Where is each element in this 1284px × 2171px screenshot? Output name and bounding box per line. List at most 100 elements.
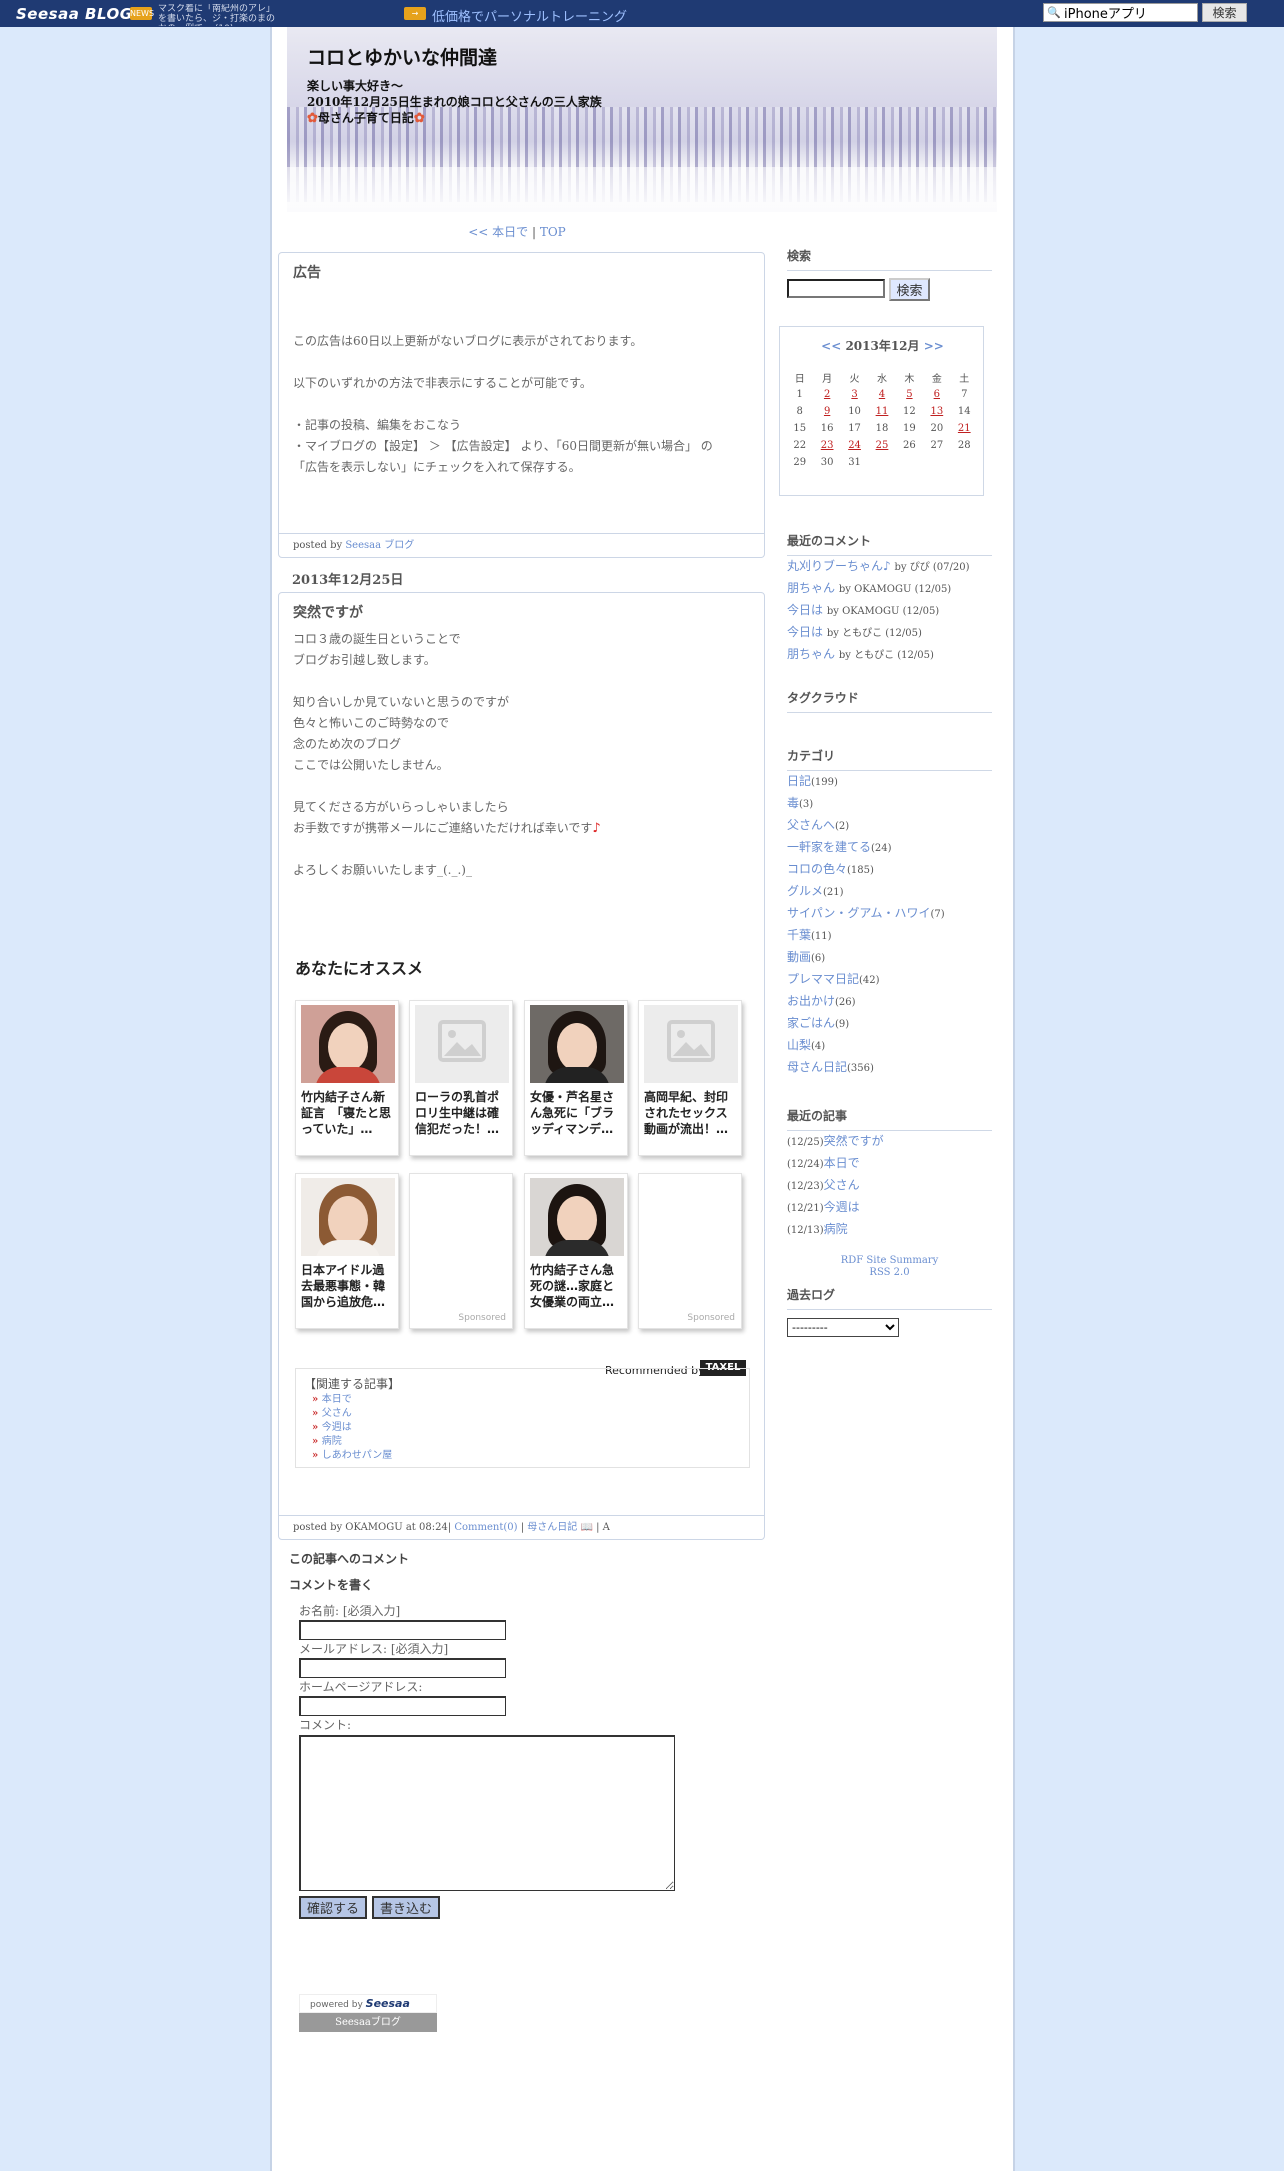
recent-comment-post-link[interactable]: 今日は — [787, 625, 823, 639]
recommend-card[interactable]: 高岡早紀、封印されたセックス動画が流出！… — [638, 1000, 742, 1156]
category-link[interactable]: 父さんへ — [787, 818, 835, 832]
post-title[interactable]: 突然ですが — [293, 602, 363, 622]
category-link[interactable]: コロの色々 — [787, 862, 847, 876]
recommend-card-title: 高岡早紀、封印されたセックス動画が流出！… — [644, 1090, 729, 1136]
rss-link[interactable]: RSS 2.0 — [869, 1267, 909, 1278]
related-item[interactable]: 父さん — [312, 1407, 392, 1421]
comment-textarea[interactable] — [299, 1735, 675, 1891]
category-link[interactable]: 山梨 — [787, 1038, 811, 1052]
write-comment-heading: コメントを書く — [289, 1578, 374, 1592]
post-category-link[interactable]: 母さん日記 — [527, 1522, 577, 1533]
related-link[interactable]: 父さん — [322, 1408, 352, 1419]
recommend-card[interactable]: 日本アイドル過去最悪事態・韓国から追放危… — [295, 1173, 399, 1329]
recent-comment-post-link[interactable]: 今日は — [787, 603, 823, 617]
related-link[interactable]: しあわせパン屋 — [322, 1450, 393, 1461]
recommend-card[interactable]: Sponsored — [638, 1173, 742, 1329]
recent-post-link[interactable]: 突然ですが — [824, 1134, 884, 1148]
calendar-day[interactable]: 2 — [813, 386, 840, 403]
calendar-day[interactable]: 4 — [868, 386, 895, 403]
powered-by-seesaa[interactable]: powered by Seesaa Seesaaブログ — [299, 1994, 437, 2032]
post-date: 2013年12月25日 — [292, 573, 404, 588]
calendar-day[interactable]: 9 — [813, 403, 840, 420]
related-item[interactable]: 本日で — [312, 1393, 392, 1407]
recent-comment-post-link[interactable]: 朋ちゃん — [787, 581, 835, 595]
calendar-day[interactable]: 11 — [868, 403, 895, 420]
calendar-day[interactable]: 23 — [813, 437, 840, 454]
homepage-field[interactable] — [299, 1696, 506, 1716]
category-link[interactable]: サイパン・グアム・ハワイ — [787, 906, 931, 920]
recommend-card[interactable]: 竹内結子さん急死の謎…家庭と女優業の両立… — [524, 1173, 628, 1329]
recent-post-link[interactable]: 病院 — [824, 1222, 848, 1236]
bookmark-icon[interactable]: 📖 | A — [580, 1522, 609, 1533]
recent-post-link[interactable]: 今週は — [824, 1200, 860, 1214]
seesaa-blog-link[interactable]: Seesaa ブログ — [345, 540, 414, 551]
calendar-day[interactable]: 6 — [923, 386, 950, 403]
submit-button[interactable]: 書き込む — [372, 1896, 441, 1919]
seesaa-blog-logo[interactable]: Seesaa BLOG — [16, 5, 133, 23]
ad-link[interactable]: 低価格でパーソナルトレーニング — [432, 6, 627, 25]
category-link[interactable]: 一軒家を建てる — [787, 840, 871, 854]
search-icon: 🔍 — [1047, 6, 1061, 19]
blog-title[interactable]: コロとゆかいな仲間達 — [307, 43, 497, 70]
related-item[interactable]: 病院 — [312, 1435, 392, 1449]
sidebar-search-input[interactable] — [787, 279, 885, 298]
recent-post-link[interactable]: 本日で — [824, 1156, 860, 1170]
calendar-day[interactable]: 21 — [951, 420, 978, 437]
post-line: お手数ですが携帯メールにご連絡いただければ幸いです♪ — [293, 818, 601, 839]
calendar-day[interactable]: 5 — [896, 386, 923, 403]
email-field[interactable] — [299, 1658, 506, 1678]
category-link[interactable]: 日記 — [787, 774, 811, 788]
name-field[interactable] — [299, 1620, 506, 1640]
calendar-prev-link[interactable]: << — [821, 339, 841, 353]
category-item: 父さんへ(2) — [787, 815, 945, 837]
related-item[interactable]: しあわせパン屋 — [312, 1449, 393, 1463]
category-link[interactable]: 家ごはん — [787, 1016, 835, 1030]
comment-count-link[interactable]: Comment(0) — [454, 1522, 517, 1533]
related-link[interactable]: 病院 — [322, 1436, 342, 1447]
calendar-day: 17 — [848, 423, 861, 434]
calendar-weekday: 火 — [849, 374, 860, 385]
calendar-day[interactable]: 25 — [868, 437, 895, 454]
related-posts: 【関連する記事】 本日で父さん今週は病院しあわせパン屋 — [295, 1368, 750, 1468]
recommend-card[interactable]: Sponsored — [409, 1173, 513, 1329]
related-link[interactable]: 本日で — [322, 1394, 352, 1405]
calendar-weekday: 金 — [931, 374, 942, 385]
category-link[interactable]: お出かけ — [787, 994, 835, 1008]
top-link[interactable]: TOP — [540, 225, 566, 239]
recent-post-link[interactable]: 父さん — [824, 1178, 860, 1192]
category-count: (2) — [835, 821, 850, 832]
calendar-day: 7 — [961, 389, 968, 400]
sidebar-search-button[interactable]: 検索 — [889, 278, 930, 301]
category-link[interactable]: 千葉 — [787, 928, 811, 942]
rdf-link[interactable]: RDF Site Summary — [841, 1255, 938, 1266]
recent-comment-post-link[interactable]: 丸刈りブーちゃん♪ — [787, 559, 891, 573]
category-link[interactable]: 母さん日記 — [787, 1060, 847, 1074]
calendar-day[interactable]: 24 — [841, 437, 868, 454]
calendar-day[interactable]: 13 — [923, 403, 950, 420]
calendar-next-link[interactable]: >> — [924, 339, 944, 353]
page-container: コロとゆかいな仲間達 楽しい事大好き～ 2010年12月25日生まれの娘コロと父… — [270, 27, 1015, 2171]
recent-comment-post-link[interactable]: 朋ちゃん — [787, 647, 835, 661]
prev-post-link[interactable]: << 本日で — [468, 225, 528, 239]
post-line: よろしくお願いいたします_(._.)_ — [293, 863, 472, 877]
recommend-card[interactable]: 女優・芦名星さん急死に「ブラッディマンデ… — [524, 1000, 628, 1156]
recent-comment-author: by ともぴこ (12/05) — [826, 628, 922, 639]
recent-post-date: (12/24) — [787, 1159, 824, 1170]
related-link[interactable]: 今週は — [322, 1422, 352, 1433]
recommend-card[interactable]: ローラの乳首ポロリ生中継は確信犯だった！… — [409, 1000, 513, 1156]
archive-select[interactable]: --------- — [787, 1318, 899, 1337]
related-item[interactable]: 今週は — [312, 1421, 392, 1435]
top-search-button[interactable]: 検索 — [1202, 3, 1247, 22]
calendar-day: 19 — [903, 423, 916, 434]
flower-icon: ✿ — [307, 111, 318, 126]
calendar-day[interactable]: 3 — [841, 386, 868, 403]
category-link[interactable]: グルメ — [787, 884, 823, 898]
category-link[interactable]: 毒 — [787, 796, 799, 810]
category-list: 日記(199) 毒(3) 父さんへ(2) 一軒家を建てる(24) コロの色々(185) グ… — [787, 771, 945, 1079]
recommend-card[interactable]: 竹内結子さん新証言 「寝たと思っていた」… — [295, 1000, 399, 1156]
confirm-button[interactable]: 確認する — [299, 1896, 368, 1919]
top-search-input[interactable] — [1043, 3, 1198, 22]
category-link[interactable]: 動画 — [787, 950, 811, 964]
news-link[interactable]: マスク着に「南紀州のアレ」を書いたら、ジ・打楽のまのかの一例で… (10) — [158, 4, 278, 26]
category-link[interactable]: プレママ日記 — [787, 972, 859, 986]
